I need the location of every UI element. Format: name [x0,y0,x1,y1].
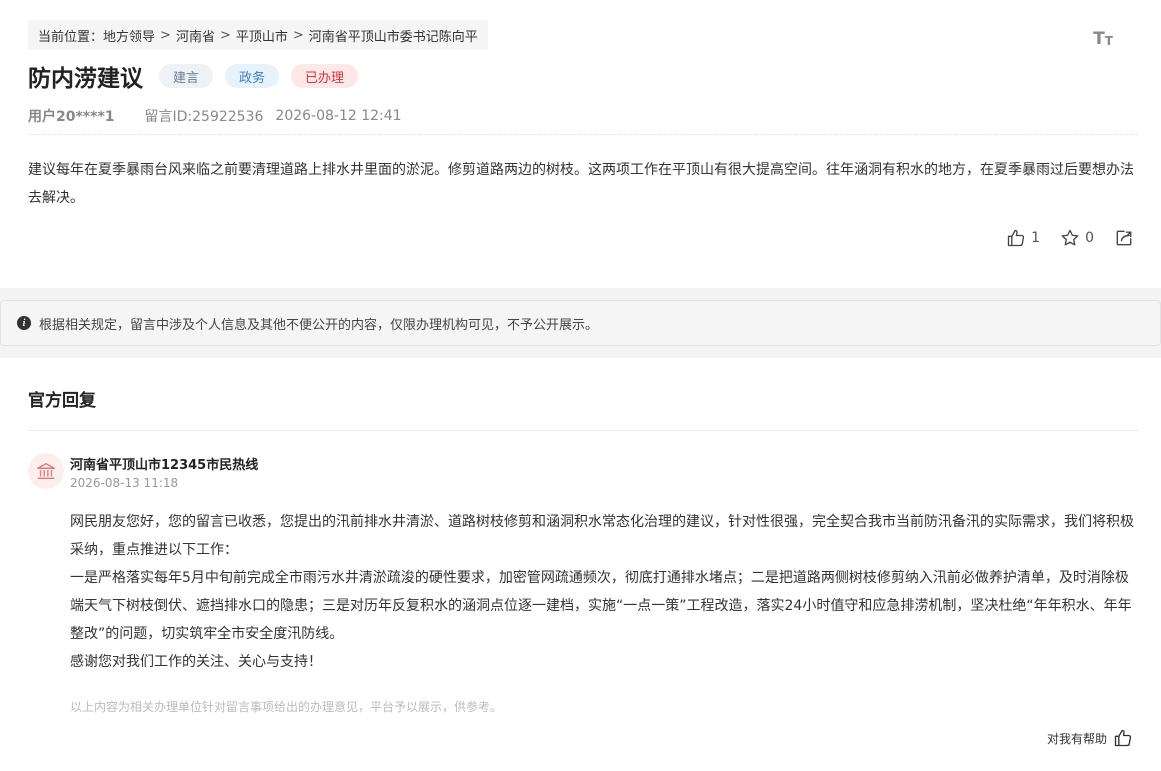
info-icon: i [17,316,31,330]
message-id: 留言ID:25922536 [144,109,264,125]
divider [28,430,1138,431]
star-icon [1061,229,1079,246]
reply-disclaimer: 以上内容为相关办理单位针对留言事项给出的办理意见，平台予以展示，供参考。 [70,700,503,714]
breadcrumb-separator: > [219,27,231,43]
favorite-count: 0 [1085,230,1094,246]
message-user: 用户20****1 [28,109,115,125]
reply-datetime: 2026-08-13 11:18 [70,476,179,490]
favorite-button[interactable]: 0 [1060,228,1094,248]
reply-paragraph: 网民朋友您好，您的留言已收悉，您提出的汛前排水井清淤、道路树枝修剪和涵洞积水常态… [70,514,1134,558]
title-row: 防内涝建议 建言 政务 已办理 [28,60,370,92]
like-button[interactable]: 1 [1006,228,1040,248]
breadcrumb-separator: > [292,27,304,43]
government-building-icon [37,462,55,480]
breadcrumb-item-leader[interactable]: 河南省平顶山市委书记陈向平 [309,26,478,45]
reply-heading: 官方回复 [28,391,96,411]
share-icon [1116,230,1132,246]
breadcrumb: 当前位置： 地方领导 > 河南省 > 平顶山市 > 河南省平顶山市委书记陈向平 [28,20,488,50]
font-size-big-glyph: T [1093,29,1105,49]
message-datetime: 2026-08-12 12:41 [275,108,402,124]
reply-org-name: 河南省平顶山市12345市民热线 [70,458,259,473]
privacy-notice: i 根据相关规定，留言中涉及个人信息及其他不便公开的内容，仅限办理机构可见，不予… [0,300,1161,346]
like-count: 1 [1031,230,1041,246]
breadcrumb-prefix: 当前位置： [38,29,104,45]
helpful-label: 对我有帮助 [1046,731,1107,746]
share-button[interactable] [1114,228,1139,248]
message-title: 防内涝建议 [28,66,143,92]
message-content: 建议每年在夏季暴雨台风来临之前要清理道路上排水井里面的淤泥。修剪道路两边的树枝。… [28,162,1134,206]
thumbs-up-icon [1114,729,1132,747]
breadcrumb-separator: > [160,27,171,43]
breadcrumb-item-province[interactable]: 河南省 [176,26,215,45]
breadcrumb-item-city[interactable]: 平顶山市 [236,26,288,45]
tag-government-affairs: 政务 [225,64,280,88]
thumbs-up-icon [1007,229,1025,247]
reply-body: 网民朋友您好，您的留言已收悉，您提出的汛前排水井清淤、道路树枝修剪和涵洞积水常态… [70,508,1142,676]
privacy-notice-text: 根据相关规定，留言中涉及个人信息及其他不便公开的内容，仅限办理机构可见，不予公开… [39,317,599,333]
font-size-small-glyph: T [1104,34,1113,48]
tag-suggestion: 建言 [159,64,214,88]
divider [28,134,1138,135]
page: 当前位置： 地方领导 > 河南省 > 平顶山市 > 河南省平顶山市委书记陈向平 … [0,0,1161,771]
reply-paragraph: 感谢您对我们工作的关注、关心与支持！ [70,654,322,670]
avatar [28,453,64,489]
reply-paragraph: 一是严格落实每年5月中旬前完成全市雨污水井清淤疏浚的硬性要求，加密管网疏通频次，… [70,570,1132,642]
font-size-icon[interactable]: TT [1092,26,1114,48]
message-actions: 1 0 [986,226,1139,250]
status-badge: 已办理 [291,64,359,88]
helpful-button[interactable]: 对我有帮助 [1047,727,1133,749]
breadcrumb-item-local-leaders[interactable]: 地方领导 [103,26,155,45]
message-meta: 用户20****1 留言ID:25922536 2026-08-12 12:41 [28,107,402,125]
